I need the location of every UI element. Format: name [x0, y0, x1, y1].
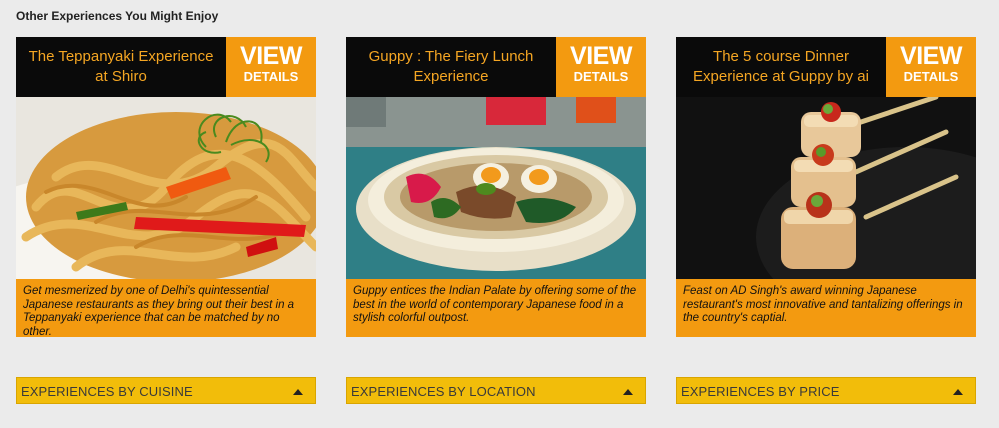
- view-label: VIEW: [900, 42, 962, 70]
- view-label: VIEW: [570, 42, 632, 70]
- noodle-dish-photo[interactable]: [16, 97, 316, 279]
- accordion-experiences-by-cuisine[interactable]: EXPERIENCES BY CUISINE: [16, 377, 316, 404]
- card-description: Get mesmerized by one of Delhi's quintes…: [16, 279, 316, 337]
- details-label: DETAILS: [243, 69, 299, 84]
- accordion-experiences-by-price[interactable]: EXPERIENCES BY PRICE: [676, 377, 976, 404]
- experience-card-guppy-lunch[interactable]: Guppy : The Fiery Lunch Experience VIEW …: [346, 37, 646, 337]
- triangle-up-icon: [293, 389, 303, 395]
- details-label: DETAILS: [903, 69, 959, 84]
- view-details-button[interactable]: VIEW DETAILS: [226, 37, 316, 97]
- card-title[interactable]: Guppy : The Fiery Lunch Experience: [346, 37, 556, 97]
- card-header: The Teppanyaki Experience at Shiro VIEW …: [16, 37, 316, 97]
- accordion-experiences-by-location[interactable]: EXPERIENCES BY LOCATION: [346, 377, 646, 404]
- card-description: Feast on AD Singh's award winning Japane…: [676, 279, 976, 337]
- card-header: The 5 course Dinner Experience at Guppy …: [676, 37, 976, 97]
- accordion-label: EXPERIENCES BY PRICE: [681, 384, 840, 399]
- triangle-up-icon: [623, 389, 633, 395]
- view-details-button[interactable]: VIEW DETAILS: [556, 37, 646, 97]
- card-title[interactable]: The 5 course Dinner Experience at Guppy …: [676, 37, 886, 97]
- view-details-button[interactable]: VIEW DETAILS: [886, 37, 976, 97]
- section-title: Other Experiences You Might Enjoy: [16, 9, 219, 23]
- details-label: DETAILS: [573, 69, 629, 84]
- experience-card-guppy-dinner[interactable]: The 5 course Dinner Experience at Guppy …: [676, 37, 976, 337]
- triangle-up-icon: [953, 389, 963, 395]
- card-description: Guppy entices the Indian Palate by offer…: [346, 279, 646, 337]
- ramen-bowl-photo[interactable]: [346, 97, 646, 279]
- experience-card-teppanyaki[interactable]: The Teppanyaki Experience at Shiro VIEW …: [16, 37, 316, 337]
- accordion-label: EXPERIENCES BY LOCATION: [351, 384, 536, 399]
- view-label: VIEW: [240, 42, 302, 70]
- card-header: Guppy : The Fiery Lunch Experience VIEW …: [346, 37, 646, 97]
- accordion-label: EXPERIENCES BY CUISINE: [21, 384, 193, 399]
- tofu-skewers-photo[interactable]: [676, 97, 976, 279]
- card-title[interactable]: The Teppanyaki Experience at Shiro: [16, 37, 226, 97]
